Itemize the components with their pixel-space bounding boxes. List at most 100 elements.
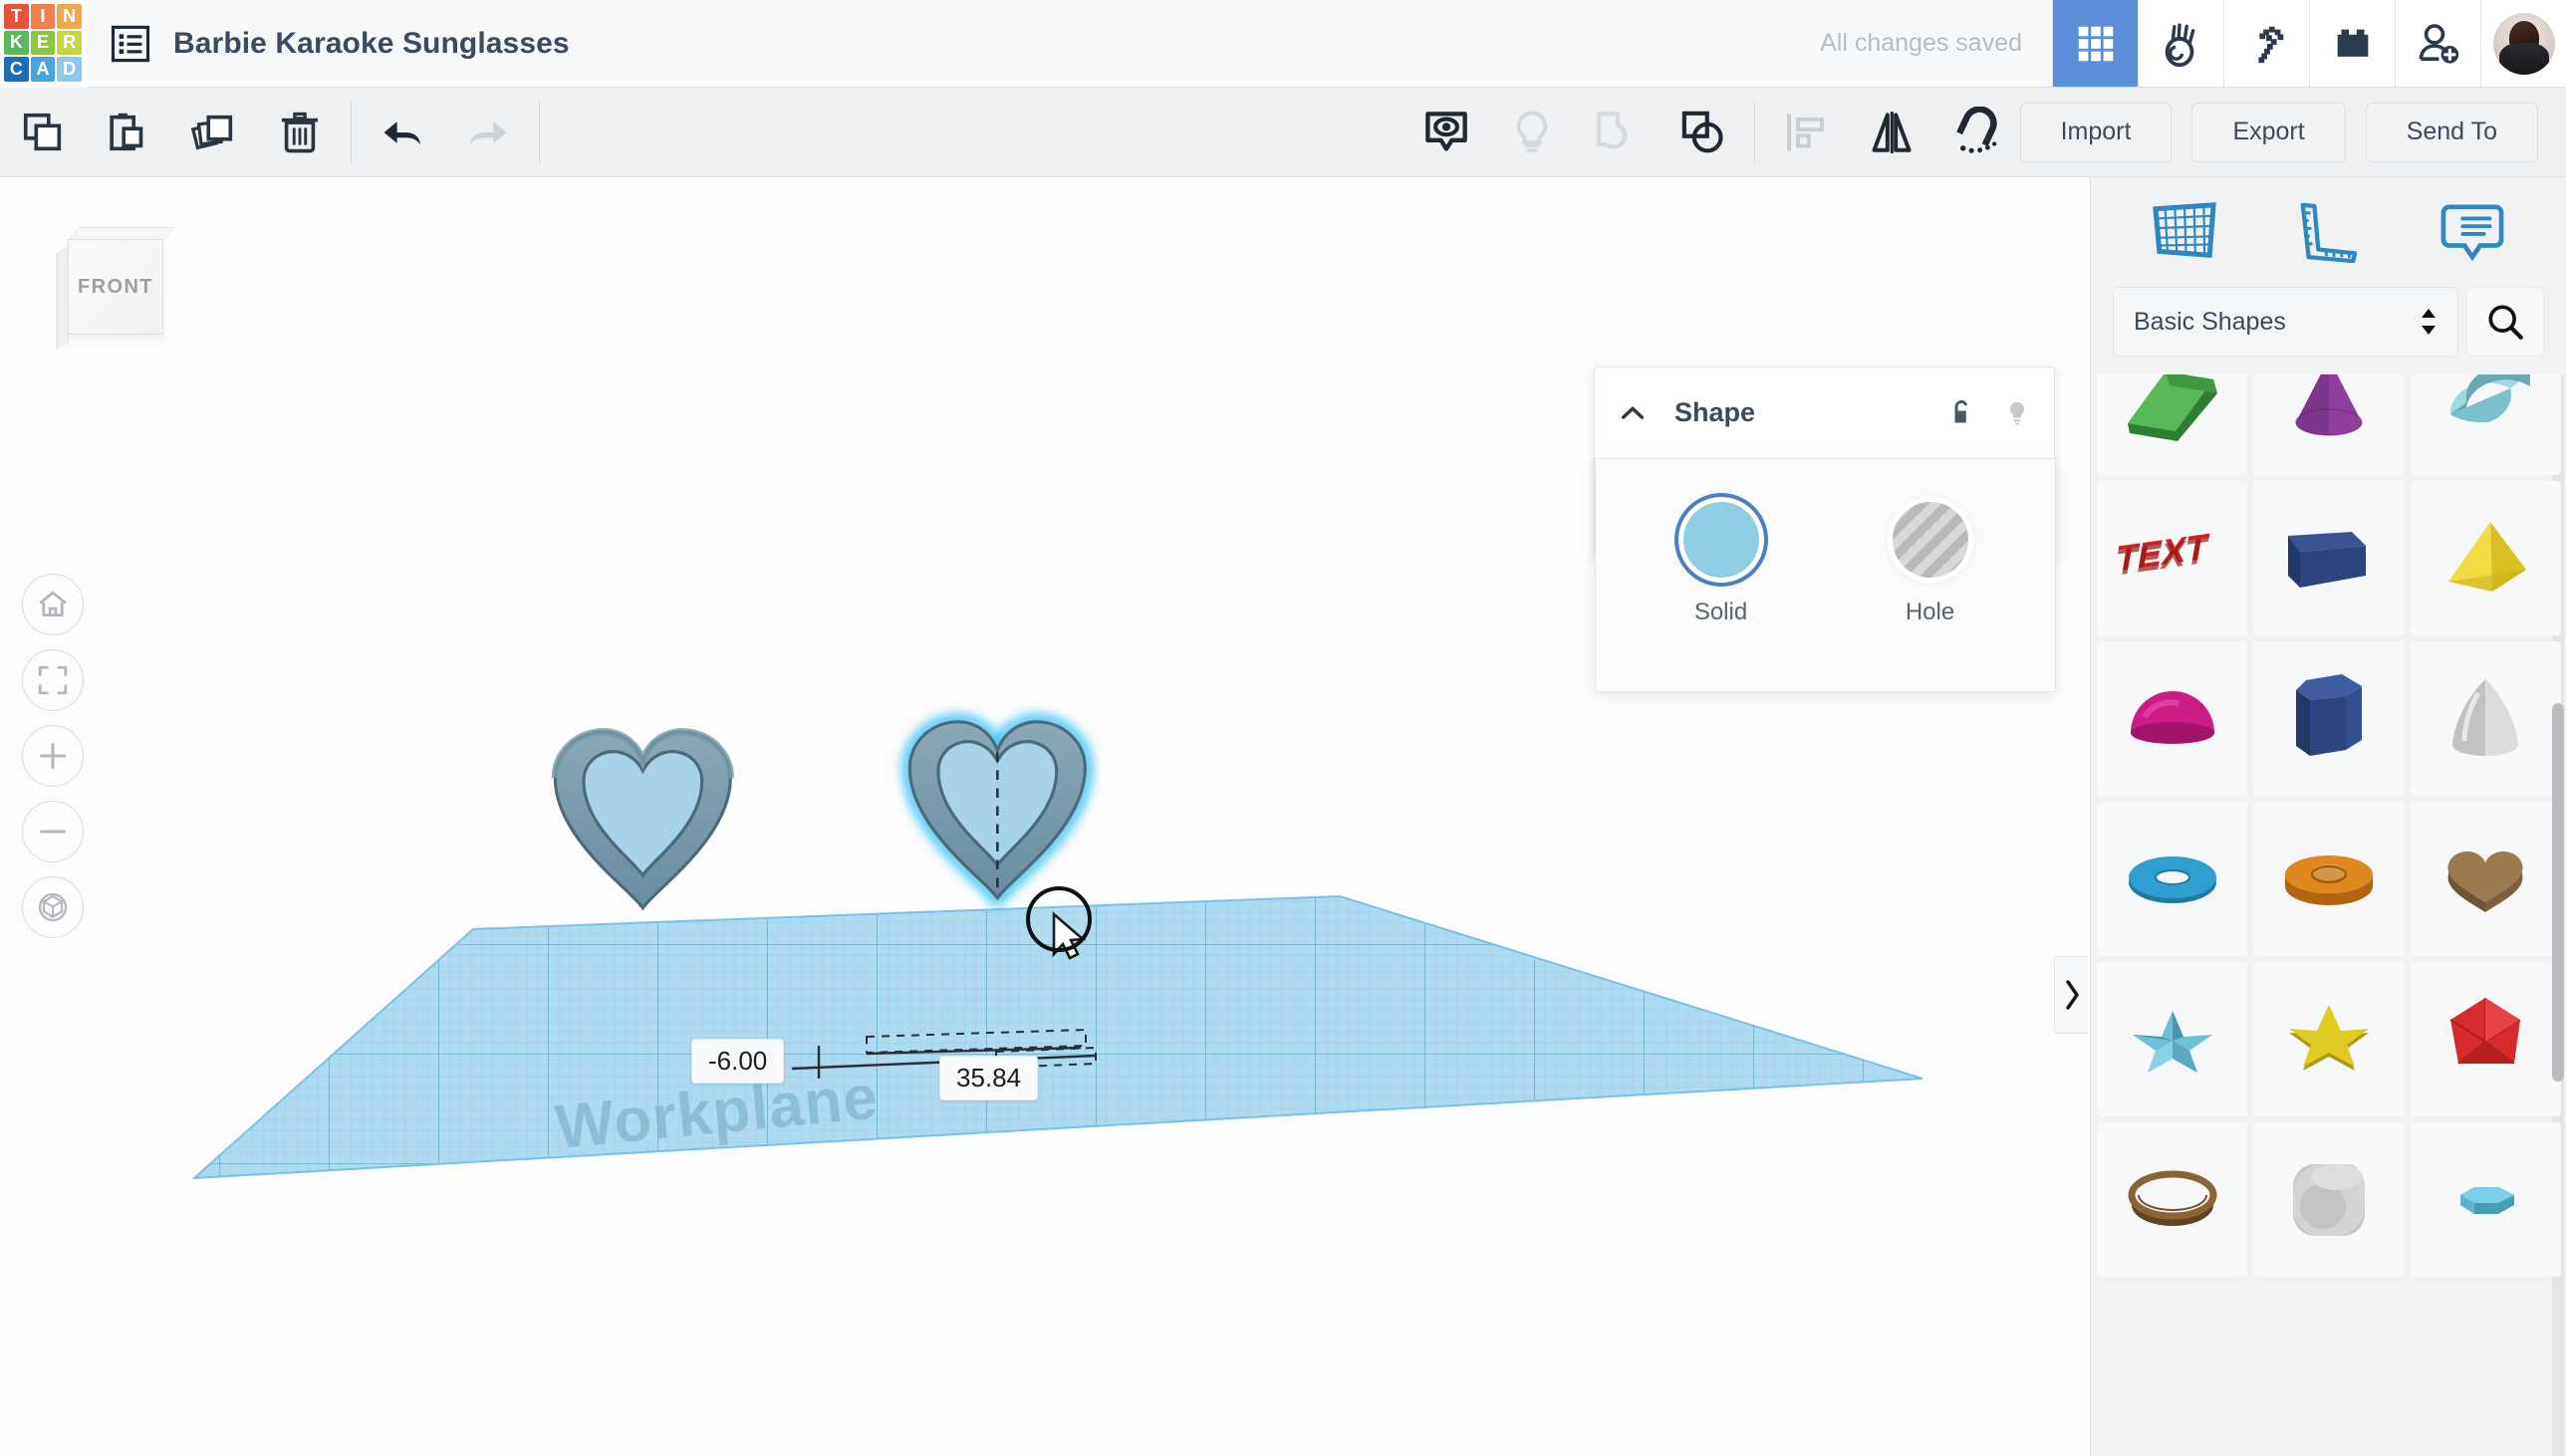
magnifier-icon [2484,301,2526,343]
shape-category-select[interactable]: Basic Shapes [2113,287,2458,357]
shape-half-cylinder[interactable] [2411,374,2561,475]
highlight-button[interactable] [1489,88,1575,176]
delete-button[interactable] [257,88,343,176]
avatar-button[interactable] [2480,0,2566,87]
unlock-icon[interactable] [1946,397,1976,429]
design-canvas[interactable]: Workplane [0,177,2090,1456]
measurement-z-offset[interactable]: -6.00 [691,1039,784,1084]
align-button[interactable] [1763,88,1849,176]
solid-option[interactable]: Solid [1652,497,1791,691]
snap-magnet-button[interactable] [1934,88,2020,176]
logo-tile-I: I [31,4,56,29]
ortho-perspective-button[interactable] [22,876,84,938]
tab-notes[interactable] [2413,201,2532,263]
canvas-nav-buttons [22,574,84,952]
invite-person-button[interactable] [2395,0,2480,87]
tab-ruler[interactable] [2268,201,2388,263]
apps-grid-icon [2073,21,2119,67]
hole-swatch [1888,497,1973,583]
shape-search-button[interactable] [2466,287,2544,357]
hole-option[interactable]: Hole [1861,497,2000,691]
ungroup-shapes-icon [1678,108,1728,157]
panel-collapse-button[interactable] [2054,956,2088,1034]
shape-text[interactable]: TEXT TEXT [2097,481,2247,635]
avatar [2493,13,2555,75]
shape-text-icon: TEXT TEXT [2113,524,2232,594]
logo-tile-E: E [31,31,56,56]
copy-button[interactable] [0,88,86,176]
cube-view-icon [36,890,70,924]
shape-pyramid[interactable] [2411,481,2561,635]
tinkercad-hand-button[interactable] [2138,0,2223,87]
zoom-in-button[interactable] [22,725,84,787]
list-menu-icon [110,23,151,65]
tab-workplane[interactable] [2125,201,2244,263]
view-cube-front-face[interactable]: FRONT [68,239,163,335]
shape-heart[interactable] [2411,802,2561,956]
plus-icon [36,739,70,773]
align-icon [1782,109,1830,156]
paste-icon [106,110,151,155]
chevron-up-icon[interactable] [1617,397,1649,429]
shape-grid-scrollbar-thumb[interactable] [2552,703,2564,1082]
group-button[interactable] [1575,88,1661,176]
shape-half-sphere[interactable] [2097,641,2247,796]
minus-icon [36,815,70,849]
import-button[interactable]: Import [2020,103,2173,162]
duplicate-icon [191,110,237,155]
fit-to-view-button[interactable] [22,649,84,711]
undo-button[interactable] [360,88,445,176]
logo-tile-C: C [4,57,29,82]
logo-tile-A: A [31,57,56,82]
shape-library-grid[interactable]: TEXT TEXT [2091,374,2566,1456]
heart-outline-shape-1[interactable] [555,732,730,908]
shape-half-sphere-icon [2123,679,2222,759]
home-view-button[interactable] [22,574,84,635]
shape-hexagonal-prism-icon [2284,666,2374,771]
main-toolbar: Import Export Send To [0,88,2566,177]
apps-grid-button[interactable] [2052,0,2138,87]
page-title[interactable]: Barbie Karaoke Sunglasses [173,0,570,87]
heart-outline-shape-2[interactable] [909,722,1085,898]
solid-swatch [1678,497,1764,583]
logo-tile-K: K [4,31,29,56]
ungroup-button[interactable] [1661,88,1746,176]
view-cube[interactable]: FRONT [46,225,175,350]
logo-tile-T: T [4,4,29,29]
redo-button[interactable] [445,88,531,176]
shape-box[interactable] [2253,481,2404,635]
select-spinner-icon [2420,308,2438,336]
shape-torus[interactable] [2097,802,2247,956]
shape-roof-wedge[interactable] [2097,374,2247,475]
duplicate-button[interactable] [171,88,257,176]
magnet-icon [1951,107,2003,158]
project-menu-button[interactable] [88,0,173,87]
home-icon [36,588,70,621]
show-hide-button[interactable] [1404,88,1489,176]
hole-label: Hole [1861,599,2000,626]
shape-octagon-prism[interactable] [2411,1122,2561,1277]
mirror-button[interactable] [1849,88,1934,176]
shape-tube[interactable] [2253,802,2404,956]
shape-cone[interactable] [2253,374,2404,475]
shape-star-3d[interactable] [2097,962,2247,1116]
shape-paraboloid[interactable] [2411,641,2561,796]
view-tools-group [1404,88,1746,176]
shape-box-icon [2274,514,2384,604]
zoom-out-button[interactable] [22,801,84,862]
tinkercad-logo[interactable]: T I N K E R C A D [0,0,88,88]
shape-ring[interactable] [2097,1122,2247,1277]
minecraft-pickaxe-button[interactable] [2223,0,2309,87]
export-button[interactable]: Export [2191,103,2345,162]
shape-rounded-cube[interactable] [2253,1122,2404,1277]
lego-brick-button[interactable] [2309,0,2395,87]
undo-arrow-icon [377,107,428,158]
chevron-right-icon [2062,978,2082,1012]
lightbulb-icon[interactable] [2002,396,2032,430]
shape-star[interactable] [2253,962,2404,1116]
measurement-distance[interactable]: 35.84 [939,1056,1038,1100]
paste-button[interactable] [86,88,171,176]
shape-hexagonal-prism[interactable] [2253,641,2404,796]
shape-polygon-sphere[interactable] [2411,962,2561,1116]
send-to-button[interactable]: Send To [2366,103,2538,162]
